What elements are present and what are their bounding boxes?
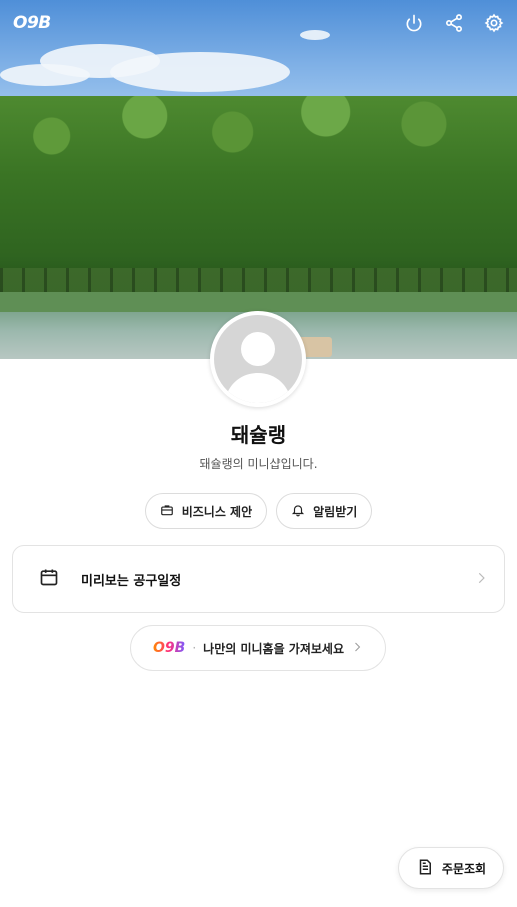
- power-icon[interactable]: [403, 12, 425, 34]
- schedule-card[interactable]: 미리보는 공구일정: [12, 545, 505, 613]
- cloud: [110, 52, 290, 92]
- app-logo[interactable]: O9B: [13, 13, 51, 33]
- lawn: [0, 292, 517, 312]
- order-lookup-label: 주문조회: [441, 861, 487, 876]
- business-proposal-label: 비즈니스 제안: [181, 504, 253, 519]
- promo-separator: ·: [192, 641, 197, 655]
- cloud: [0, 64, 90, 86]
- share-icon[interactable]: [443, 12, 465, 34]
- brand-logo: O9B: [153, 640, 186, 656]
- mini-home-promo-button[interactable]: O9B · 나만의 미니홈을 가져보세요: [130, 625, 386, 671]
- business-proposal-button[interactable]: 비즈니스 제안: [144, 493, 268, 529]
- order-lookup-button[interactable]: 주문조회: [398, 847, 504, 889]
- document-icon: [416, 858, 434, 879]
- chevron-right-icon: [474, 570, 488, 589]
- briefcase-icon: [160, 503, 174, 520]
- profile-name: 돼슐랭: [230, 423, 287, 447]
- profile-avatar: [210, 311, 306, 407]
- schedule-card-label: 미리보는 공구일정: [81, 573, 182, 589]
- header-actions: [403, 12, 505, 34]
- profile-description: 돼슐랭의 미니샵입니다.: [199, 457, 318, 471]
- notify-label: 알림받기: [313, 504, 358, 519]
- settings-icon[interactable]: [483, 12, 505, 34]
- avatar-placeholder-icon: [214, 315, 302, 403]
- cover-image: [0, 0, 517, 359]
- promo-text: 나만의 미니홈을 가져보세요: [203, 641, 344, 656]
- calendar-icon: [39, 567, 59, 591]
- chevron-right-icon: [351, 641, 363, 656]
- cloud: [300, 30, 330, 40]
- tree-line: [0, 96, 517, 296]
- profile-actions: 비즈니스 제안 알림받기: [0, 493, 517, 529]
- bell-icon: [291, 503, 305, 520]
- notify-button[interactable]: 알림받기: [276, 493, 373, 529]
